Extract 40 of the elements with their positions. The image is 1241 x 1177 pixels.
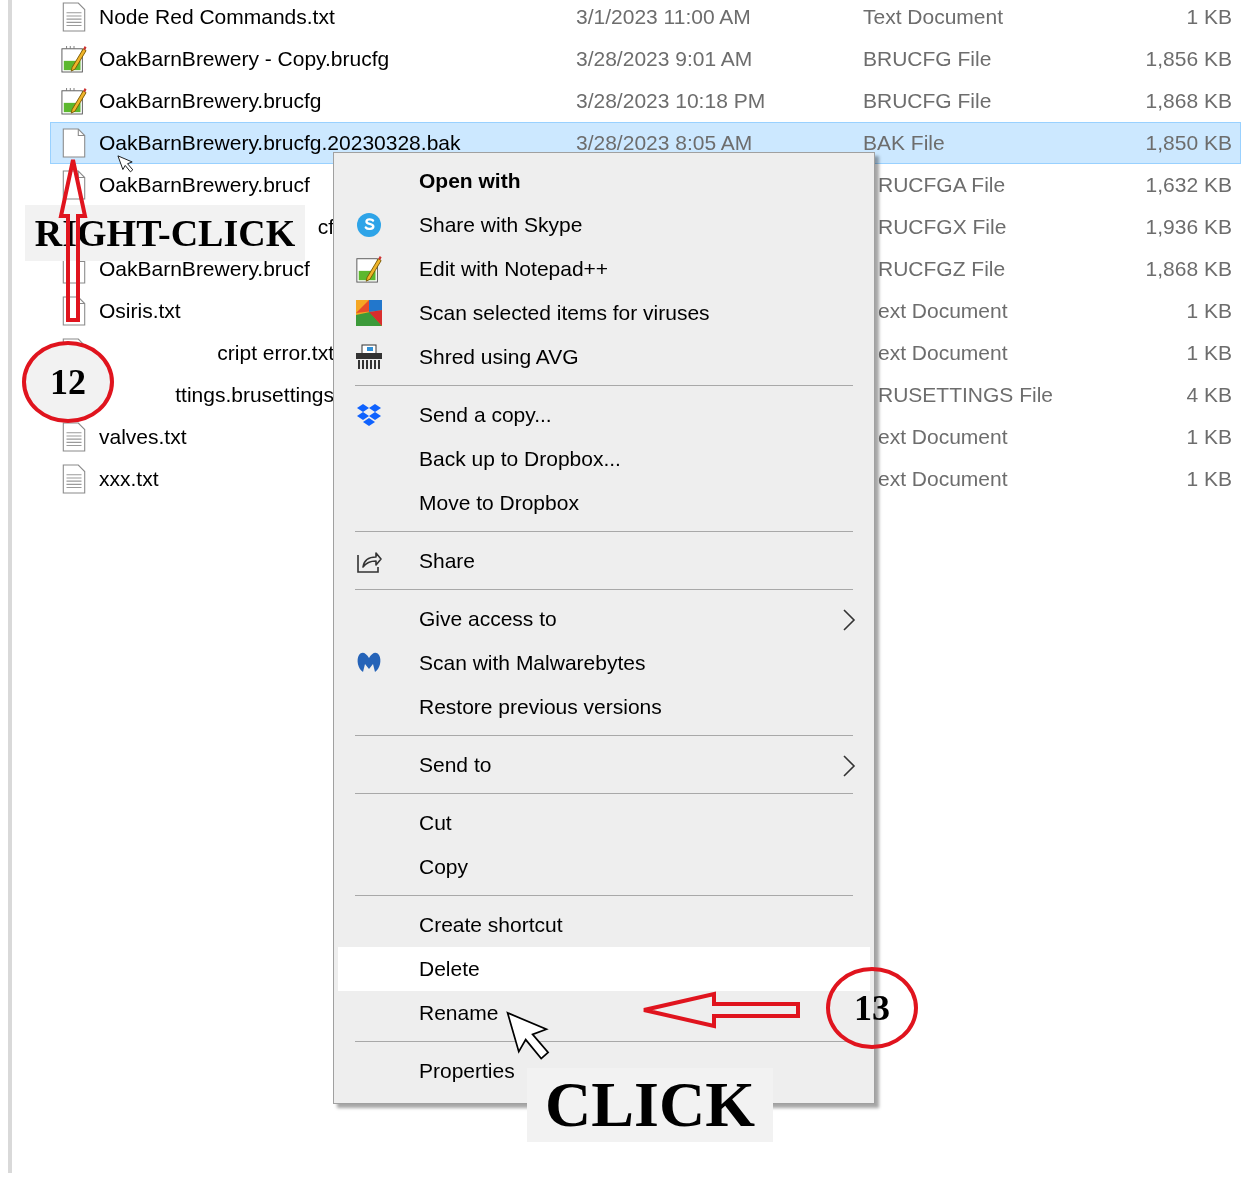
annotation-label: CLICK [527,1068,773,1142]
file-type: ext Document [878,341,1009,365]
file-name: Osiris.txt [99,299,181,322]
file-size: 1,868 KB [1145,89,1233,113]
file-type: ext Document [878,467,1009,491]
file-type: BRUCFG File [863,89,993,113]
file-name: ttings.brusettings [175,383,334,406]
file-type: BRUCFG File [863,47,993,71]
file-name: OakBarnBrewery.brucf [99,173,310,196]
file-size: 1,936 KB [1145,215,1233,239]
file-size: 1 KB [1186,341,1233,365]
file-name: Node Red Commands.txt [99,5,335,28]
file-size: 1 KB [1186,425,1233,449]
file-size: 1,856 KB [1145,47,1233,71]
file-name: xxx.txt [99,467,159,490]
file-size: 1,850 KB [1145,131,1233,155]
file-type: ext Document [878,299,1009,323]
file-date: 3/28/2023 8:05 AM [576,131,754,155]
file-type: RUSETTINGS File [878,383,1054,407]
file-type: RUCFGA File [878,173,1007,197]
file-size: 1 KB [1186,467,1233,491]
file-date: 3/28/2023 9:01 AM [576,47,754,71]
file-size: 1 KB [1186,5,1233,29]
file-date: 3/28/2023 10:18 PM [576,89,767,113]
file-date: 3/1/2023 11:00 AM [576,5,752,29]
file-name: OakBarnBrewery.brucfg [99,89,322,112]
step-badge: 13 [826,967,918,1049]
file-type: ext Document [878,425,1009,449]
file-name: OakBarnBrewery - Copy.brucfg [99,47,390,70]
file-type: Text Document [863,5,1005,29]
file-size: 1,868 KB [1145,257,1233,281]
file-type: RUCFGZ File [878,257,1007,281]
file-name: valves.txt [99,425,187,448]
file-size: 1,632 KB [1145,173,1233,197]
file-name: OakBarnBrewery.brucfg.20230328.bak [99,131,461,154]
file-size: 4 KB [1186,383,1233,407]
file-type: BAK File [863,131,946,155]
file-size: 1 KB [1186,299,1233,323]
file-name: cript error.txt [217,341,334,364]
file-type: RUCFGX File [878,215,1008,239]
